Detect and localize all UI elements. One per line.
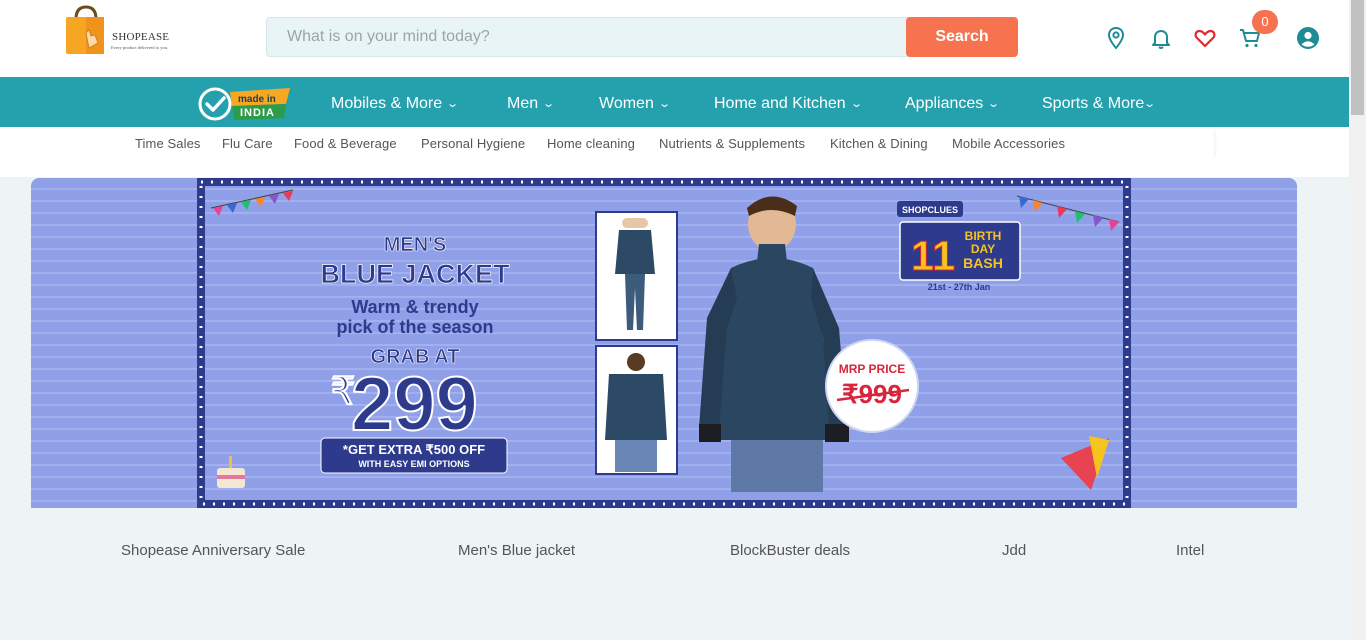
chevron-down-icon: ⌄ xyxy=(1143,98,1157,110)
deal-link-blockbuster-deals[interactable]: BlockBuster deals xyxy=(730,542,850,559)
deal-link-jdd[interactable]: Jdd xyxy=(1002,542,1026,559)
header-bottom-strip xyxy=(0,157,1349,177)
chevron-down-icon: ⌄ xyxy=(542,98,556,110)
nav-label: Women xyxy=(599,95,654,112)
banner-price: 299 xyxy=(351,362,478,447)
banner-line3: Warm & trendy xyxy=(351,297,478,317)
banner-offer-line1: *GET EXTRA ₹500 OFF xyxy=(343,442,485,457)
mrp-label: MRP PRICE xyxy=(839,362,905,376)
subnav-home-cleaning[interactable]: Home cleaning xyxy=(547,136,635,151)
nav-label: Home and Kitchen xyxy=(714,95,846,112)
location-pin-icon[interactable] xyxy=(1104,26,1128,50)
nav-label: Mobiles & More xyxy=(331,95,443,112)
search-input[interactable] xyxy=(266,17,908,57)
nav-home-and-kitchen[interactable]: Home and Kitchen ⌄ xyxy=(714,95,863,113)
subnav-flu-care[interactable]: Flu Care xyxy=(222,136,273,151)
cart-count-badge: 0 xyxy=(1252,10,1278,34)
subcategory-bar: Time Sales Flu Care Food & Beverage Pers… xyxy=(0,127,1214,157)
nav-label: Men xyxy=(507,95,539,112)
made-in-label: made in xyxy=(238,94,276,105)
bell-icon[interactable] xyxy=(1149,26,1173,50)
heart-icon[interactable] xyxy=(1193,26,1217,50)
shopease-logo[interactable]: SHOPEASE Every product delivered to you. xyxy=(64,5,184,57)
user-account-icon[interactable] xyxy=(1296,26,1320,50)
nav-label: Appliances xyxy=(905,95,984,112)
subnav-personal-hygiene[interactable]: Personal Hygiene xyxy=(421,136,525,151)
top-header: SHOPEASE Every product delivered to you.… xyxy=(0,0,1349,77)
chevron-down-icon: ⌄ xyxy=(446,98,460,110)
banner-line4: pick of the season xyxy=(336,317,493,337)
banner-line1: MEN'S xyxy=(384,234,447,256)
search-button[interactable]: Search xyxy=(906,17,1018,57)
nav-label: Sports & More xyxy=(1042,95,1145,112)
subnav-kitchen-dining[interactable]: Kitchen & Dining xyxy=(830,136,928,151)
subnav-mobile-accessories[interactable]: Mobile Accessories xyxy=(952,136,1065,151)
badge-line1: BIRTH xyxy=(965,229,1002,243)
badge-brand: SHOPCLUES xyxy=(902,205,958,215)
deal-link-intel[interactable]: Intel xyxy=(1176,542,1204,559)
chevron-down-icon: ⌄ xyxy=(987,98,1001,110)
nav-men[interactable]: Men ⌄ xyxy=(507,95,556,113)
chevron-down-icon: ⌄ xyxy=(658,98,671,110)
nav-women[interactable]: Women ⌄ xyxy=(599,95,671,113)
banner-artwork: MEN'S BLUE JACKET Warm & trendy pick of … xyxy=(31,178,1297,508)
badge-dates: 21st - 27th Jan xyxy=(928,282,991,292)
india-label: INDIA xyxy=(240,107,275,119)
category-nav: made in INDIA Mobiles & More ⌄ Men ⌄ Women… xyxy=(0,77,1349,127)
nav-mobiles-and-more[interactable]: Mobiles & More ⌄ xyxy=(331,95,460,113)
badge-line2: DAY xyxy=(971,242,995,256)
subnav-nutrients-supplements[interactable]: Nutrients & Supplements xyxy=(659,136,805,151)
subnav-time-sales[interactable]: Time Sales xyxy=(135,136,201,151)
badge-line3: BASH xyxy=(963,255,1003,271)
banner-line2: BLUE JACKET xyxy=(320,259,510,289)
deal-link-mens-blue-jacket[interactable]: Men's Blue jacket xyxy=(458,542,575,559)
scrollbar-thumb[interactable] xyxy=(1351,0,1364,115)
nav-sports-and-more[interactable]: Sports & More⌄ xyxy=(1042,95,1157,113)
subnav-food-beverage[interactable]: Food & Beverage xyxy=(294,136,397,151)
badge-number: 11 xyxy=(911,232,955,279)
nav-appliances[interactable]: Appliances ⌄ xyxy=(905,95,1001,113)
hero-banner[interactable]: MEN'S BLUE JACKET Warm & trendy pick of … xyxy=(31,178,1297,508)
brand-name: SHOPEASE xyxy=(112,31,170,43)
brand-tagline: Every product delivered to you. xyxy=(111,45,169,50)
chevron-down-icon: ⌄ xyxy=(849,98,863,110)
banner-offer-line2: WITH EASY EMI OPTIONS xyxy=(358,459,469,469)
made-in-india-badge[interactable]: made in INDIA xyxy=(198,82,292,122)
shopping-bag-icon xyxy=(66,5,104,54)
deal-link-anniversary-sale[interactable]: Shopease Anniversary Sale xyxy=(121,542,305,559)
